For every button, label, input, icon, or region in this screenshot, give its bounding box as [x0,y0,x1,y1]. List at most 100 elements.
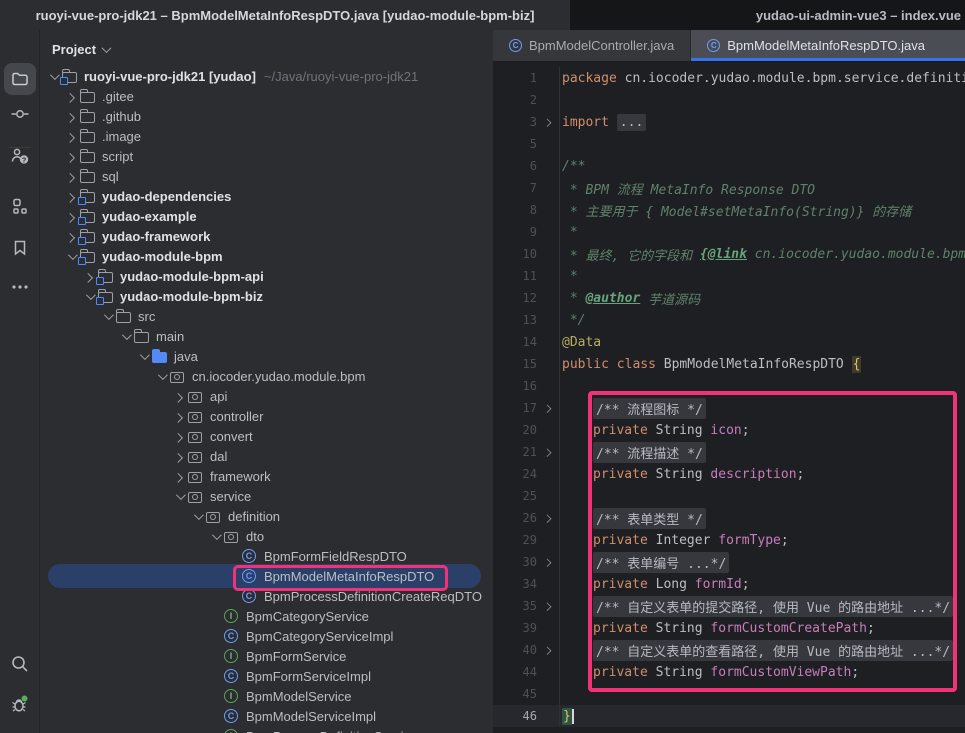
project-tool-icon[interactable] [8,67,32,91]
code-line-2[interactable]: 2 [493,89,965,111]
more-tool-windows-icon[interactable] [8,275,32,299]
tree-chevron-right-icon[interactable] [62,167,80,185]
tree-item-label: BpmModelService [244,689,352,704]
tree-item-framework[interactable]: framework [40,466,493,486]
folder-icon [80,167,100,185]
tree-item-cn.iocoder.yudao.module.bpm[interactable]: cn.iocoder.yudao.module.bpm [40,366,493,386]
tree-item-BpmProcessDefinitionService[interactable]: IBpmProcessDefinitionService [40,726,493,733]
tree-item-api[interactable]: api [40,386,493,406]
title-bar: ruoyi-vue-pro-jdk21 – BpmModelMetaInfoRe… [0,0,965,30]
code-line-12[interactable]: 12 * @author 芋道源码 [493,287,965,309]
tree-chevron-down-icon[interactable] [206,527,224,545]
commit-tool-icon[interactable] [8,102,32,126]
line-number: 7 [493,181,537,195]
tree-item-main[interactable]: main [40,326,493,346]
tab-bpm-model-meta-info-resp-dto[interactable]: C BpmModelMetaInfoRespDTO.java [691,30,965,61]
tree-item-definition[interactable]: definition [40,506,493,526]
code-line-46[interactable]: 46} [493,705,965,727]
fold-marker[interactable] [537,119,559,125]
code-line-11[interactable]: 11 * [493,265,965,287]
code-line-text: * 主要用于 { Model#setMetaInfo(String)} 的存储 [559,199,965,221]
tree-chevron-right-icon[interactable] [170,427,188,445]
tree-item-convert[interactable]: convert [40,426,493,446]
search-tool-icon[interactable] [8,652,32,676]
tree-item-BpmModelService[interactable]: IBpmModelService [40,686,493,706]
tree-chevron-down-icon[interactable] [188,507,206,525]
tree-item-BpmModelServiceImpl[interactable]: CBpmModelServiceImpl [40,706,493,726]
tree-item-.image[interactable]: .image [40,126,493,146]
tree-item-yudao-module-bpm[interactable]: yudao-module-bpm [40,246,493,266]
line-number: 15 [493,357,537,371]
tree-item-script[interactable]: script [40,146,493,166]
tree-chevron-right-icon[interactable] [62,147,80,165]
fold-marker[interactable] [537,603,559,609]
code-line-3[interactable]: 3import ... [493,111,965,133]
code-line-text: */ [559,309,965,331]
code-line-9[interactable]: 9 * [493,221,965,243]
tree-item-controller[interactable]: controller [40,406,493,426]
tree-item-yudao-module-bpm-api[interactable]: yudao-module-bpm-api [40,266,493,286]
tree-chevron-down-icon[interactable] [98,307,116,325]
code-line-13[interactable]: 13 */ [493,309,965,331]
code-line-6[interactable]: 6/** [493,155,965,177]
tree-item-service[interactable]: service [40,486,493,506]
tree-chevron-down-icon[interactable] [152,367,170,385]
code-line-10[interactable]: 10 * 最终, 它的字段和 {@link cn.iocoder.yudao.m… [493,243,965,265]
chevron-right-icon [173,412,183,422]
tree-item-BpmFormServiceImpl[interactable]: CBpmFormServiceImpl [40,666,493,686]
fold-marker[interactable] [537,647,559,653]
tree-item-java[interactable]: java [40,346,493,366]
tree-item-ruoyi-vue-pro-jdk21[interactable]: ruoyi-vue-pro-jdk21 [yudao]~/Java/ruoyi-… [40,66,493,86]
code-line-7[interactable]: 7 * BPM 流程 MetaInfo Response DTO [493,177,965,199]
tree-item-dal[interactable]: dal [40,446,493,466]
tab-bpm-model-controller[interactable]: C BpmModelController.java [493,30,691,61]
tree-chevron-right-icon[interactable] [62,107,80,125]
window-title-text: ruoyi-vue-pro-jdk21 – BpmModelMetaInfoRe… [36,8,535,23]
tree-item-src[interactable]: src [40,306,493,326]
tree-item-BpmCategoryServiceImpl[interactable]: CBpmCategoryServiceImpl [40,626,493,646]
fold-marker[interactable] [537,405,559,411]
tree-item-BpmFormFieldRespDTO[interactable]: CBpmFormFieldRespDTO [40,546,493,566]
structure-tool-icon[interactable] [8,194,32,218]
project-panel-header[interactable]: Project [52,38,110,60]
tree-chevron-right-icon[interactable] [170,387,188,405]
tree-chevron-right-icon[interactable] [170,407,188,425]
tree-chevron-right-icon[interactable] [170,467,188,485]
fold-marker[interactable] [537,559,559,565]
tree-item-label: framework [208,469,271,484]
tree-chevron-right-icon[interactable] [170,447,188,465]
tree-item-BpmFormService[interactable]: IBpmFormService [40,646,493,666]
chevron-right-icon [65,172,75,182]
module-folder-icon [62,67,82,85]
fold-marker[interactable] [537,449,559,455]
code-line-15[interactable]: 15public class BpmModelMetaInfoRespDTO { [493,353,965,375]
token: * BPM 流程 MetaInfo Response DTO [562,179,815,198]
code-line-8[interactable]: 8 * 主要用于 { Model#setMetaInfo(String)} 的存… [493,199,965,221]
tree-chevron-down-icon[interactable] [116,327,134,345]
code-line-5[interactable]: 5 [493,133,965,155]
tree-item-yudao-framework[interactable]: yudao-framework [40,226,493,246]
structure-icon [10,196,30,216]
debug-tool-icon[interactable] [8,692,32,716]
fold-marker[interactable] [537,515,559,521]
line-number: 17 [493,401,537,415]
tree-item-sql[interactable]: sql [40,166,493,186]
tree-item-yudao-module-bpm-biz[interactable]: yudao-module-bpm-biz [40,286,493,306]
chevron-right-icon [65,112,75,122]
tree-chevron-right-icon[interactable] [62,87,80,105]
tree-chevron-down-icon[interactable] [170,487,188,505]
code-line-14[interactable]: 14@Data [493,331,965,353]
code-line-1[interactable]: 1package cn.iocoder.yudao.module.bpm.ser… [493,67,965,89]
tree-item-label: yudao-framework [100,229,210,244]
tree-item-.gitee[interactable]: .gitee [40,86,493,106]
code-line-text: * [559,221,965,243]
tree-item-dto[interactable]: dto [40,526,493,546]
tree-item-.github[interactable]: .github [40,106,493,126]
tree-item-yudao-example[interactable]: yudao-example [40,206,493,226]
tree-item-BpmCategoryService[interactable]: IBpmCategoryService [40,606,493,626]
tree-chevron-right-icon[interactable] [62,127,80,145]
tree-chevron-down-icon[interactable] [134,347,152,365]
code-line-text: * [559,265,965,287]
tree-item-yudao-dependencies[interactable]: yudao-dependencies [40,186,493,206]
bookmarks-tool-icon[interactable] [8,236,32,260]
